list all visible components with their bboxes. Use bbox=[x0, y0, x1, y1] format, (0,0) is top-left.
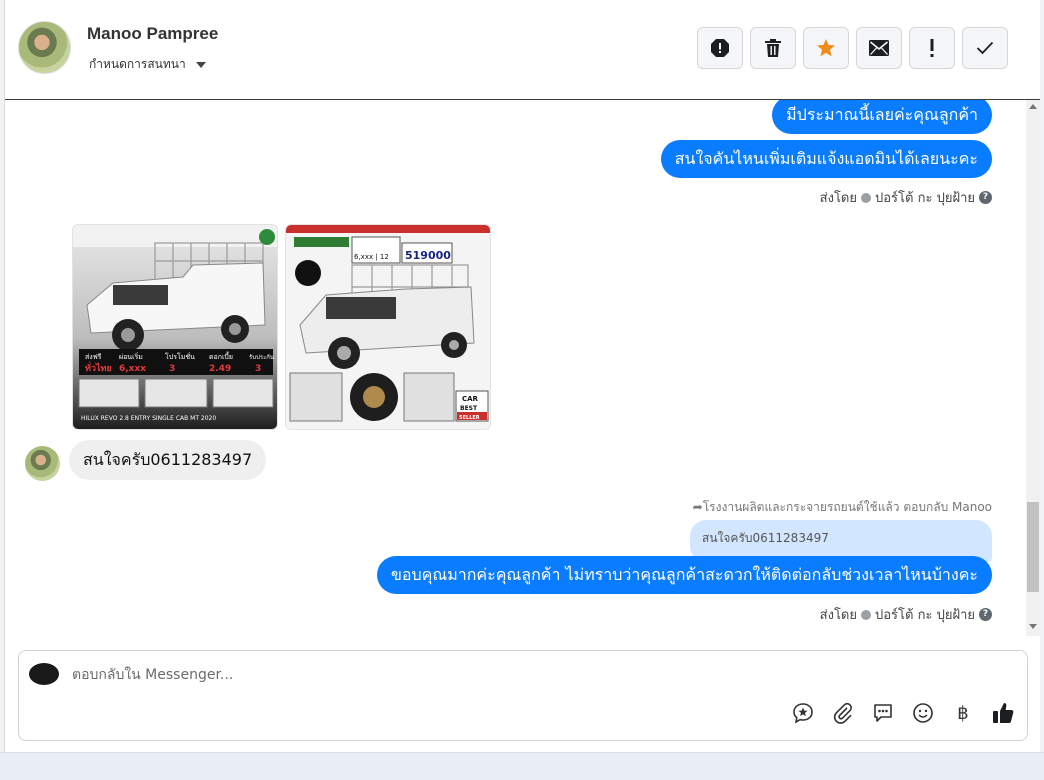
header-toolbar bbox=[697, 27, 1008, 69]
help-icon[interactable]: ? bbox=[979, 608, 992, 621]
sender-name[interactable]: ปอร์โต้ กะ ปุยฝ้าย bbox=[875, 604, 975, 625]
quick-reply-button[interactable] bbox=[871, 701, 895, 725]
vehicle-image-2[interactable]: 6,xxx | 12 519000 CAR BEST SELLER bbox=[285, 224, 491, 430]
scroll-up-arrow-icon[interactable] bbox=[1029, 104, 1037, 109]
image2-brand2: BEST bbox=[460, 405, 478, 412]
exclamation-icon bbox=[930, 39, 934, 57]
help-icon[interactable]: ? bbox=[979, 191, 992, 204]
thumbs-up-icon bbox=[993, 703, 1014, 723]
vehicle-image-1-graphic: ส่งฟรี ทั่วไทย ผ่อนเริ่ม 6,xxx โปรโมชั่น… bbox=[73, 225, 277, 429]
done-button[interactable] bbox=[962, 27, 1008, 69]
reply-context-text: โรงงานผลิตและกระจายรถยนต์ใช้แล้ว ตอบกลับ… bbox=[702, 500, 992, 514]
outgoing-message[interactable]: มีประมาณนี้เลยค่ะคุณลูกค้า bbox=[772, 100, 992, 134]
paperclip-icon bbox=[833, 702, 852, 724]
emoji-button[interactable] bbox=[911, 701, 935, 725]
spam-button[interactable] bbox=[697, 27, 743, 69]
vehicle-image-2-graphic: 6,xxx | 12 519000 CAR BEST SELLER bbox=[286, 225, 490, 429]
incoming-message[interactable]: สนใจครับ0611283497 bbox=[69, 440, 267, 480]
reply-arrow-icon: ➦ bbox=[692, 500, 703, 514]
page-icon bbox=[861, 192, 871, 203]
image1-tag8: 2.49 bbox=[209, 364, 231, 374]
image2-brand1: CAR bbox=[462, 395, 479, 403]
image1-tag4: 6,xxx bbox=[119, 364, 146, 374]
payment-button[interactable]: ฿ bbox=[951, 701, 975, 725]
delete-button[interactable] bbox=[750, 27, 796, 69]
image1-tag9: รับประกัน bbox=[249, 354, 274, 361]
assign-conversation-label: กำหนดการสนทนา bbox=[89, 57, 186, 71]
chat-star-icon bbox=[793, 703, 813, 724]
image2-price: 519000 bbox=[405, 249, 451, 262]
page-avatar bbox=[29, 663, 59, 685]
conversation-header: Manoo Pampree กำหนดการสนทนา bbox=[5, 0, 1040, 100]
saved-reply-button[interactable] bbox=[791, 701, 815, 725]
bottom-band bbox=[0, 752, 1044, 780]
mark-unread-button[interactable] bbox=[856, 27, 902, 69]
message-thread[interactable]: มีประมาณนี้เลยค่ะคุณลูกค้า สนใจคันไหนเพิ… bbox=[5, 100, 1040, 636]
image1-title: HILUX REVO 2.8 ENTRY SINGLE CAB MT 2020 bbox=[81, 415, 216, 422]
reply-input[interactable] bbox=[72, 663, 772, 687]
image2-brand3: SELLER bbox=[459, 415, 480, 421]
image1-tag5: โปรโมชั่น bbox=[165, 352, 195, 361]
star-icon bbox=[817, 39, 835, 57]
baht-icon: ฿ bbox=[957, 702, 969, 724]
sent-by-label: ส่งโดย bbox=[819, 608, 857, 623]
alert-octagon-icon bbox=[711, 39, 729, 57]
reply-context: ➦โรงงานผลิตและกระจายรถยนต์ใช้แล้ว ตอบกลั… bbox=[693, 498, 992, 517]
attach-button[interactable] bbox=[831, 701, 855, 725]
sent-by-label: ส่งโดย bbox=[819, 191, 857, 206]
contact-avatar[interactable] bbox=[18, 21, 71, 74]
image1-tag6: 3 bbox=[169, 364, 175, 374]
reply-composer: ฿ bbox=[18, 650, 1028, 741]
caret-down-icon bbox=[195, 61, 206, 68]
trash-icon bbox=[765, 39, 781, 57]
sent-by-row: ส่งโดย ปอร์โต้ กะ ปุยฝ้าย ? bbox=[820, 187, 992, 208]
chat-dots-icon bbox=[874, 704, 892, 722]
scroll-down-arrow-icon[interactable] bbox=[1029, 624, 1037, 629]
image1-tag1: ส่งฟรี bbox=[85, 353, 102, 361]
check-icon bbox=[976, 41, 994, 55]
contact-avatar-small[interactable] bbox=[25, 446, 60, 481]
sender-name[interactable]: ปอร์โต้ กะ ปุยฝ้าย bbox=[875, 187, 975, 208]
like-button[interactable] bbox=[991, 701, 1015, 725]
smiley-icon bbox=[913, 703, 933, 723]
composer-toolbar: ฿ bbox=[791, 701, 1015, 725]
contact-name[interactable]: Manoo Pampree bbox=[87, 24, 218, 44]
vehicle-image-1[interactable]: ส่งฟรี ทั่วไทย ผ่อนเริ่ม 6,xxx โปรโมชั่น… bbox=[72, 224, 278, 430]
right-edge bbox=[1040, 0, 1044, 752]
outgoing-message[interactable]: ขอบคุณมากค่ะคุณลูกค้า ไม่ทราบว่าคุณลูกค้… bbox=[376, 556, 992, 594]
scroll-thumb[interactable] bbox=[1027, 502, 1039, 592]
follow-up-button[interactable] bbox=[909, 27, 955, 69]
envelope-icon bbox=[869, 40, 889, 56]
image2-label: 6,xxx | 12 bbox=[354, 253, 389, 261]
image1-tag10: 3 bbox=[255, 364, 261, 374]
outgoing-message[interactable]: สนใจคันไหนเพิ่มเติมแจ้งแอดมินได้เลยนะคะ bbox=[660, 140, 992, 178]
assign-conversation-dropdown[interactable]: กำหนดการสนทนา bbox=[89, 55, 206, 74]
star-button[interactable] bbox=[803, 27, 849, 69]
thread-scrollbar[interactable] bbox=[1026, 100, 1040, 636]
sent-by-row: ส่งโดย ปอร์โต้ กะ ปุยฝ้าย ? bbox=[820, 604, 992, 625]
image1-tag3: ผ่อนเริ่ม bbox=[119, 352, 143, 361]
page-icon bbox=[861, 609, 871, 620]
